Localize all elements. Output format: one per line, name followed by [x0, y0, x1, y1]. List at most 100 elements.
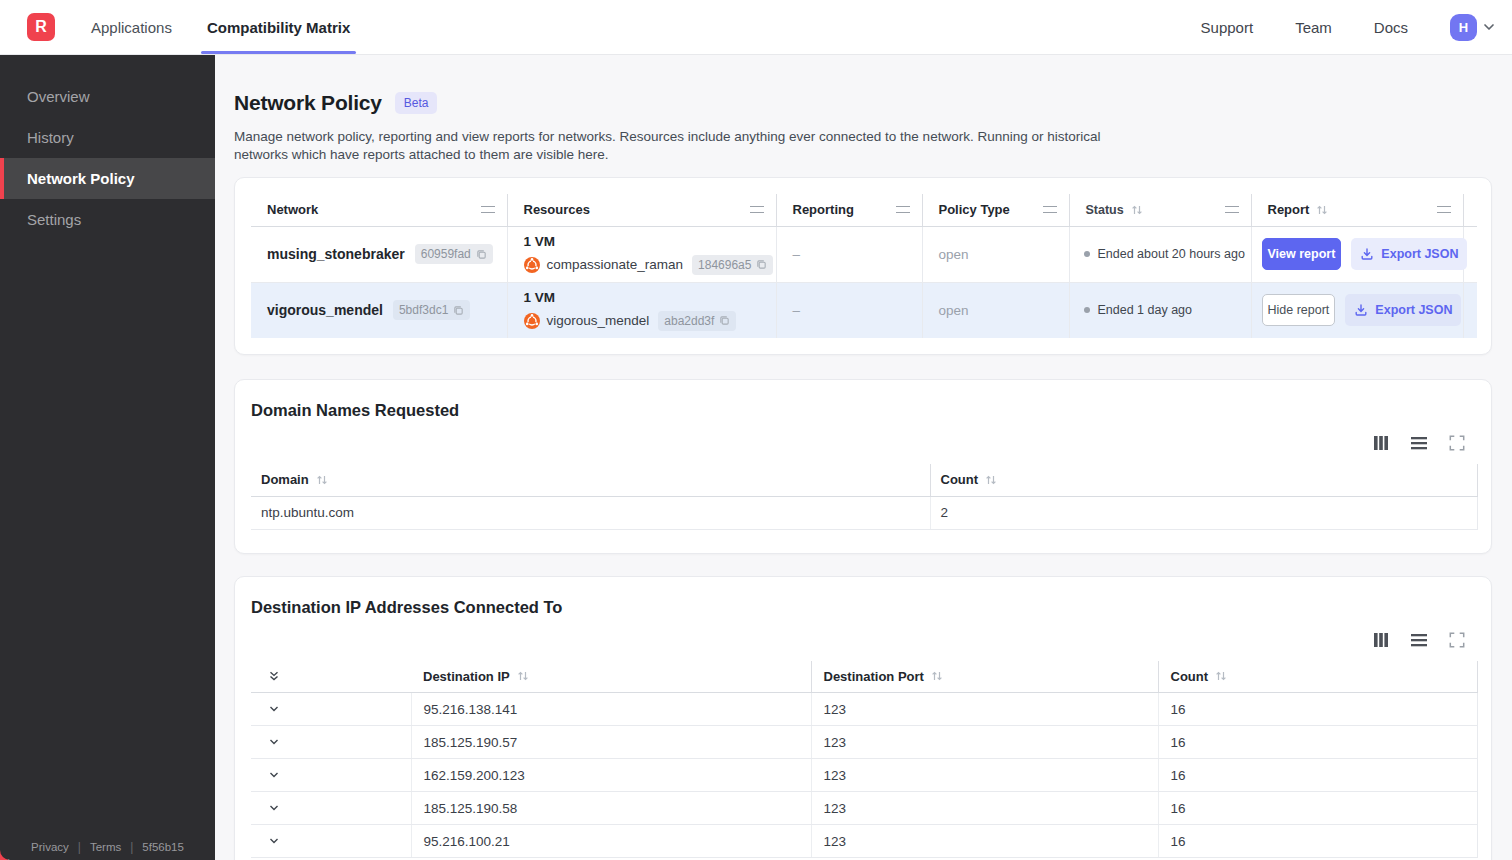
nav-tab[interactable]: Compatibility Matrix	[207, 0, 350, 54]
domains-table-header: Domain Count	[251, 464, 1477, 496]
count-value: 16	[1158, 759, 1477, 792]
column-handle-icon[interactable]	[1043, 206, 1057, 213]
nav-link-support[interactable]: Support	[1201, 19, 1254, 36]
nav-right: Support Team Docs H	[1201, 14, 1496, 41]
nav-link-docs[interactable]: Docs	[1374, 19, 1408, 36]
sort-icon[interactable]	[931, 670, 943, 682]
destination-row[interactable]: 95.216.100.21 123 16	[251, 825, 1477, 858]
expand-row-icon[interactable]	[267, 834, 403, 848]
export-json-label: Export JSON	[1375, 303, 1452, 317]
destination-row[interactable]: 162.159.200.123 123 16	[251, 759, 1477, 792]
sidebar-item[interactable]: Settings	[0, 199, 215, 240]
user-menu[interactable]: H	[1450, 14, 1496, 41]
sidebar-item[interactable]: Overview	[0, 76, 215, 117]
terms-link[interactable]: Terms	[90, 841, 121, 853]
avatar[interactable]: H	[1450, 14, 1477, 41]
row-density-icon[interactable]	[1410, 435, 1428, 451]
network-row[interactable]: vigorous_mendel 5bdf3dc1 1 VM vigorous_m…	[251, 282, 1477, 338]
columns-icon[interactable]	[1373, 632, 1389, 648]
table-toolbar	[251, 434, 1465, 452]
sort-icon[interactable]	[316, 474, 328, 486]
beta-badge: Beta	[395, 92, 438, 114]
status-text: Ended 1 day ago	[1098, 303, 1193, 317]
sort-icon[interactable]	[1215, 670, 1227, 682]
sidebar-item[interactable]: Network Policy	[0, 158, 215, 199]
resource-id: aba2dd3f	[664, 314, 714, 328]
ubuntu-icon	[524, 257, 540, 273]
domains-card-title: Domain Names Requested	[251, 401, 1475, 420]
resource-id-badge: 184696a5	[692, 255, 773, 275]
network-row[interactable]: musing_stonebraker 60959fad 1 VM compass…	[251, 226, 1477, 282]
divider: |	[78, 840, 81, 854]
domain-row[interactable]: ntp.ubuntu.com 2	[251, 496, 1477, 529]
destination-ip-value: 185.125.190.58	[411, 792, 811, 825]
destination-ip-value: 185.125.190.57	[411, 726, 811, 759]
export-json-button[interactable]: Export JSON	[1345, 294, 1461, 326]
network-id-badge: 5bdf3dc1	[393, 300, 470, 320]
col-domain: Domain	[261, 472, 309, 487]
vm-count: 1 VM	[524, 234, 768, 249]
column-handle-icon[interactable]	[481, 206, 495, 213]
privacy-link[interactable]: Privacy	[31, 841, 69, 853]
app-logo[interactable]: R	[27, 13, 55, 41]
export-json-button[interactable]: Export JSON	[1351, 238, 1467, 270]
sort-icon[interactable]	[1131, 204, 1143, 216]
col-resources: Resources	[524, 202, 590, 217]
sort-icon[interactable]	[985, 474, 997, 486]
report-button[interactable]: View report	[1262, 238, 1342, 270]
destination-row[interactable]: 185.125.190.57 123 16	[251, 726, 1477, 759]
expand-row-icon[interactable]	[267, 735, 403, 749]
col-report: Report	[1268, 202, 1310, 217]
chevron-down-icon	[1482, 20, 1496, 34]
column-handle-icon[interactable]	[1225, 206, 1239, 213]
report-button[interactable]: Hide report	[1262, 294, 1336, 326]
resource-id: 184696a5	[698, 258, 751, 272]
page-description: Manage network policy, reporting and vie…	[234, 128, 1109, 163]
col-status: Status	[1086, 203, 1124, 217]
row-density-icon[interactable]	[1410, 632, 1428, 648]
expand-row-icon[interactable]	[267, 801, 403, 815]
sidebar-item[interactable]: History	[0, 117, 215, 158]
network-id-badge: 60959fad	[415, 244, 493, 264]
network-id: 60959fad	[421, 247, 471, 261]
col-destination-ip: Destination IP	[423, 669, 510, 684]
status-text: Ended about 20 hours ago	[1098, 247, 1245, 261]
resource-name[interactable]: vigorous_mendel	[547, 313, 650, 328]
network-id: 5bdf3dc1	[399, 303, 448, 317]
fullscreen-icon[interactable]	[1449, 435, 1465, 451]
sort-icon[interactable]	[517, 670, 529, 682]
destination-port-value: 123	[811, 759, 1158, 792]
copy-icon[interactable]	[453, 305, 464, 316]
sidebar: Overview History Network Policy Settings…	[0, 55, 215, 860]
copy-icon[interactable]	[476, 249, 487, 260]
resource-name[interactable]: compassionate_raman	[547, 257, 684, 272]
column-handle-icon[interactable]	[896, 206, 910, 213]
copy-icon[interactable]	[719, 315, 730, 326]
col-policy-type: Policy Type	[939, 202, 1010, 217]
download-icon	[1360, 247, 1374, 261]
destination-ip-value: 95.216.138.141	[411, 693, 811, 726]
count-value: 16	[1158, 693, 1477, 726]
sort-icon[interactable]	[1316, 204, 1328, 216]
expand-row-icon[interactable]	[267, 702, 403, 716]
columns-icon[interactable]	[1373, 435, 1389, 451]
copy-icon[interactable]	[756, 259, 767, 270]
resource-id-badge: aba2dd3f	[658, 311, 736, 331]
destination-row[interactable]: 95.216.138.141 123 16	[251, 693, 1477, 726]
export-json-label: Export JSON	[1381, 247, 1458, 261]
column-handle-icon[interactable]	[750, 206, 764, 213]
destination-port-value: 123	[811, 792, 1158, 825]
expand-all-icon[interactable]	[267, 669, 403, 683]
destination-row[interactable]: 185.125.190.58 123 16	[251, 792, 1477, 825]
col-count: Count	[1171, 669, 1209, 684]
network-name: vigorous_mendel	[267, 302, 383, 318]
nav-link-team[interactable]: Team	[1295, 19, 1332, 36]
destination-ip-value: 95.216.100.21	[411, 825, 811, 858]
destination-port-value: 123	[811, 825, 1158, 858]
destination-port-value: 123	[811, 693, 1158, 726]
fullscreen-icon[interactable]	[1449, 632, 1465, 648]
expand-row-icon[interactable]	[267, 768, 403, 782]
divider: |	[130, 840, 133, 854]
column-handle-icon[interactable]	[1437, 206, 1451, 213]
nav-tab[interactable]: Applications	[91, 0, 172, 54]
